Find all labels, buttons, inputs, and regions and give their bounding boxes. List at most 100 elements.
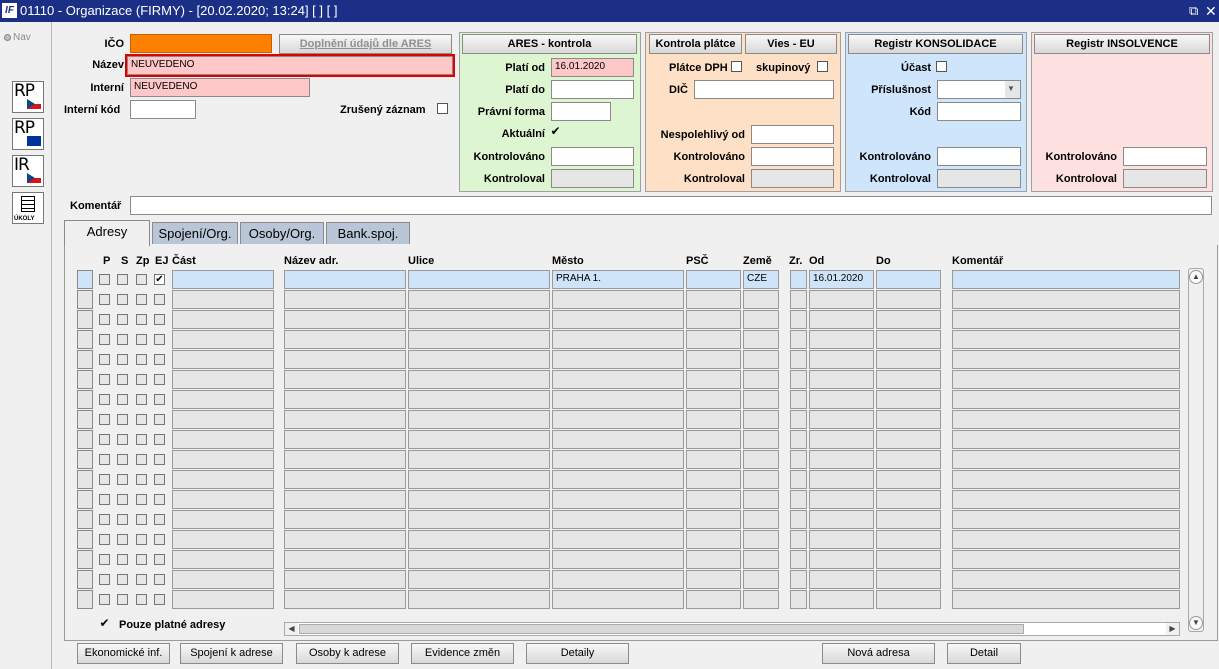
row-checkbox-p[interactable] [99,274,110,285]
grid-cell-psc[interactable] [686,330,741,349]
grid-cell-komentar[interactable] [952,570,1180,589]
grid-cell-ulice[interactable] [408,350,550,369]
grid-cell-cast[interactable] [172,370,274,389]
nova-adresa-button[interactable]: Nová adresa [822,643,935,664]
tab-adresy[interactable]: Adresy [64,220,150,246]
kod-field[interactable] [937,102,1021,121]
row-checkbox-s[interactable] [117,314,128,325]
grid-cell-cast[interactable] [172,490,274,509]
row-checkbox-p[interactable] [99,494,110,505]
dic-field[interactable] [694,80,834,99]
row-checkbox-p[interactable] [99,434,110,445]
ukoly-button[interactable]: ÚKOLY [12,192,44,224]
grid-cell-cast[interactable] [172,430,274,449]
grid-cell-zeme[interactable] [743,490,779,509]
grid-cell-komentar[interactable] [952,410,1180,429]
row-selector[interactable] [77,550,93,569]
grid-cell-mesto[interactable] [552,590,684,609]
grid-cell-nazev[interactable] [284,290,406,309]
grid-cell-cast[interactable] [172,550,274,569]
row-checkbox-ej[interactable] [154,594,165,605]
grid-cell-psc[interactable] [686,390,741,409]
grid-cell-mesto[interactable] [552,470,684,489]
row-selector[interactable] [77,430,93,449]
grid-cell-cast[interactable] [172,290,274,309]
grid-cell-do[interactable] [876,290,941,309]
row-selector[interactable] [77,310,93,329]
row-checkbox-ej[interactable] [154,554,165,565]
grid-cell-zeme[interactable] [743,410,779,429]
row-selector[interactable] [77,450,93,469]
grid-cell-nazev[interactable] [284,490,406,509]
rp-eu-button[interactable]: RP [12,118,44,150]
grid-cell-psc[interactable] [686,370,741,389]
grid-cell-komentar[interactable] [952,550,1180,569]
grid-cell-cast[interactable] [172,410,274,429]
grid-cell-cast[interactable] [172,530,274,549]
grid-cell-zr[interactable] [790,470,807,489]
row-checkbox-zp[interactable] [136,474,147,485]
grid-cell-do[interactable] [876,330,941,349]
grid-cell-od[interactable] [809,310,874,329]
row-checkbox-zp[interactable] [136,354,147,365]
grid-cell-od[interactable] [809,530,874,549]
rp-cz-button[interactable]: RP [12,81,44,113]
grid-cell-zr[interactable] [790,390,807,409]
row-checkbox-s[interactable] [117,474,128,485]
grid-cell-cast[interactable] [172,510,274,529]
ico-field[interactable] [130,34,272,53]
dph-kontrolovano-field[interactable] [751,147,834,166]
grid-cell-komentar[interactable] [952,310,1180,329]
row-checkbox-ej[interactable] [154,354,165,365]
grid-cell-cast[interactable] [172,330,274,349]
ares-kontrola-button[interactable]: ARES - kontrola [462,34,637,54]
grid-cell-mesto[interactable] [552,330,684,349]
row-checkbox-p[interactable] [99,294,110,305]
horizontal-scrollbar[interactable]: ◀ ▶ [284,622,1180,636]
grid-cell-mesto[interactable] [552,390,684,409]
grid-cell-komentar[interactable] [952,530,1180,549]
row-checkbox-zp[interactable] [136,414,147,425]
row-checkbox-p[interactable] [99,414,110,425]
row-checkbox-p[interactable] [99,594,110,605]
grid-cell-od[interactable] [809,350,874,369]
grid-cell-mesto[interactable] [552,450,684,469]
grid-cell-zeme[interactable] [743,450,779,469]
grid-cell-do[interactable] [876,450,941,469]
grid-cell-ulice[interactable] [408,270,550,289]
row-checkbox-zp[interactable] [136,494,147,505]
row-checkbox-p[interactable] [99,514,110,525]
row-checkbox-p[interactable] [99,454,110,465]
row-checkbox-ej[interactable] [154,454,165,465]
row-checkbox-ej[interactable] [154,514,165,525]
plati-do-field[interactable] [551,80,634,99]
row-checkbox-zp[interactable] [136,534,147,545]
grid-cell-nazev[interactable] [284,470,406,489]
grid-cell-zeme[interactable] [743,430,779,449]
grid-cell-nazev[interactable] [284,430,406,449]
row-checkbox-zp[interactable] [136,314,147,325]
grid-cell-od[interactable] [809,450,874,469]
grid-cell-zr[interactable] [790,310,807,329]
row-checkbox-ej[interactable] [154,314,165,325]
row-checkbox-ej[interactable] [154,374,165,385]
grid-cell-do[interactable] [876,490,941,509]
row-checkbox-ej[interactable] [154,574,165,585]
detaily-button[interactable]: Detaily [526,643,629,664]
grid-cell-mesto[interactable] [552,290,684,309]
grid-cell-mesto[interactable] [552,570,684,589]
grid-cell-zeme[interactable] [743,330,779,349]
grid-cell-komentar[interactable] [952,450,1180,469]
row-checkbox-s[interactable] [117,554,128,565]
grid-cell-psc[interactable] [686,290,741,309]
grid-cell-cast[interactable] [172,590,274,609]
grid-cell-zr[interactable] [790,570,807,589]
grid-cell-komentar[interactable] [952,350,1180,369]
horizontal-scroll-thumb[interactable] [299,624,1024,634]
grid-cell-od[interactable] [809,490,874,509]
row-checkbox-s[interactable] [117,434,128,445]
grid-cell-zeme[interactable] [743,550,779,569]
row-checkbox-s[interactable] [117,414,128,425]
grid-cell-nazev[interactable] [284,370,406,389]
grid-cell-zeme[interactable] [743,510,779,529]
